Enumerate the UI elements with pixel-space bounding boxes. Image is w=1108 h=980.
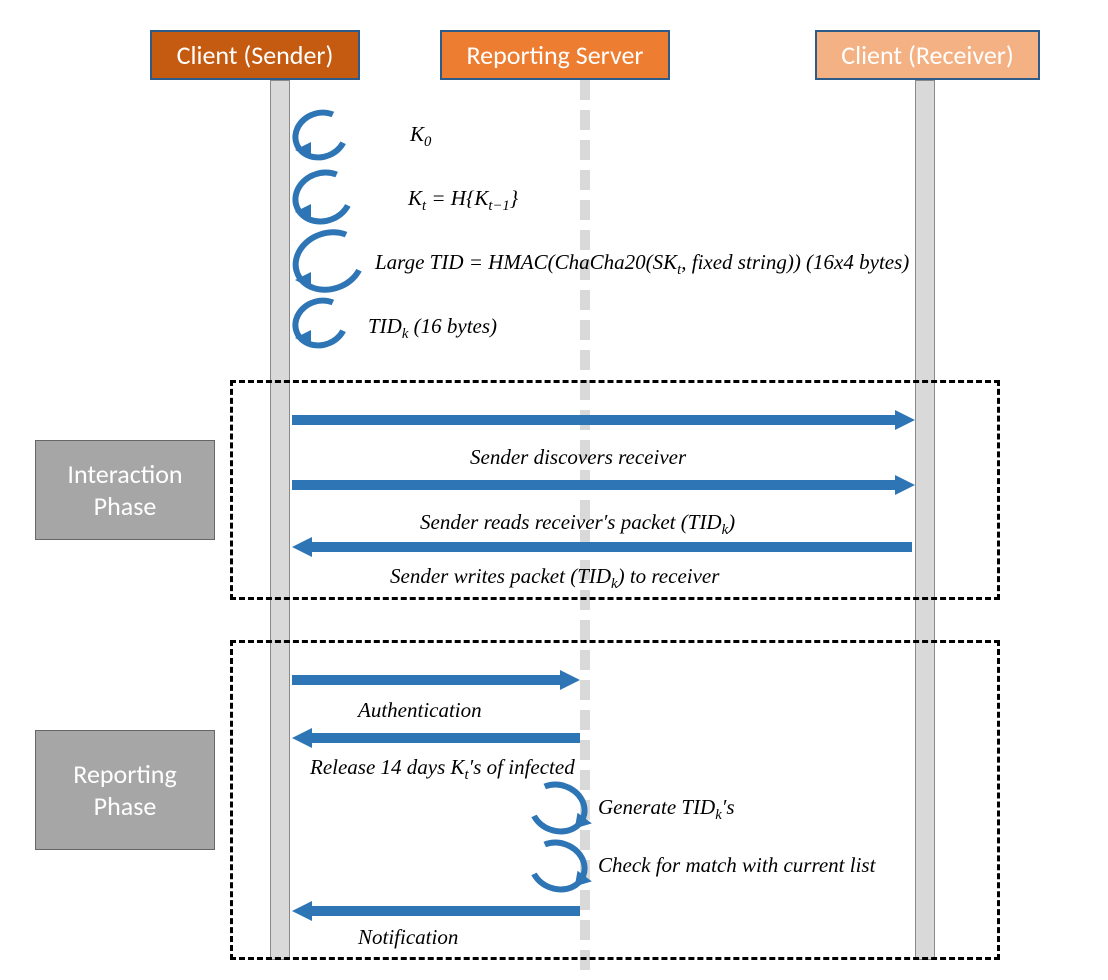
loop-check-head [575,871,594,890]
loop-tidk [285,290,356,356]
label-gen: Generate TIDk′s [598,795,735,824]
label-k0: K0 [410,122,431,151]
label-notif: Notification [358,925,458,950]
label-check: Check for match with current list [598,853,875,878]
label-discover: Sender discovers receiver [470,445,686,470]
header-receiver: Client (Receiver) [815,30,1040,80]
arrow-release [312,733,580,743]
reporting-phase-label: Reporting Phase [35,730,215,850]
label-auth: Authentication [358,698,482,723]
loop-gen-head [575,813,594,832]
header-receiver-label: Client (Receiver) [841,39,1014,71]
arrow-reads-head [895,475,915,495]
header-server-label: Reporting Server [467,39,644,71]
arrow-discover-head [895,410,915,430]
label-tidk: TIDk (16 bytes) [368,314,497,343]
arrow-discover [292,415,897,425]
sequence-diagram: Client (Sender) Reporting Server Client … [20,20,1088,960]
arrow-writes [312,542,912,552]
label-reads: Sender reads receiver′s packet (TIDk) [420,510,735,539]
arrow-auth-head [560,670,580,690]
arrow-notif-head [292,901,312,921]
label-kt: Kt = H{Kt−1} [408,186,518,215]
label-writes: Sender writes packet (TIDk) to receiver [390,564,719,593]
arrow-notif [312,906,580,916]
loop-k0 [285,102,356,168]
header-sender: Client (Sender) [150,30,360,80]
arrow-writes-head [292,537,312,557]
loop-k0-arrow [295,142,311,158]
header-sender-label: Client (Sender) [177,39,334,71]
arrow-release-head [292,728,312,748]
loop-kt [285,161,362,233]
arrow-reads [292,480,897,490]
label-release: Release 14 days Kt′s of infected [310,755,575,784]
interaction-phase-label: Interaction Phase [35,440,215,540]
arrow-auth [292,675,562,685]
label-large-tid: Large TID = HMAC(ChaCha20(SKt, fixed str… [375,250,909,279]
loop-large-tid [284,219,375,303]
loop-large-tid-arrow [295,272,311,288]
loop-tidk-arrow [295,330,311,346]
header-server: Reporting Server [440,30,670,80]
loop-kt-arrow [295,204,311,220]
